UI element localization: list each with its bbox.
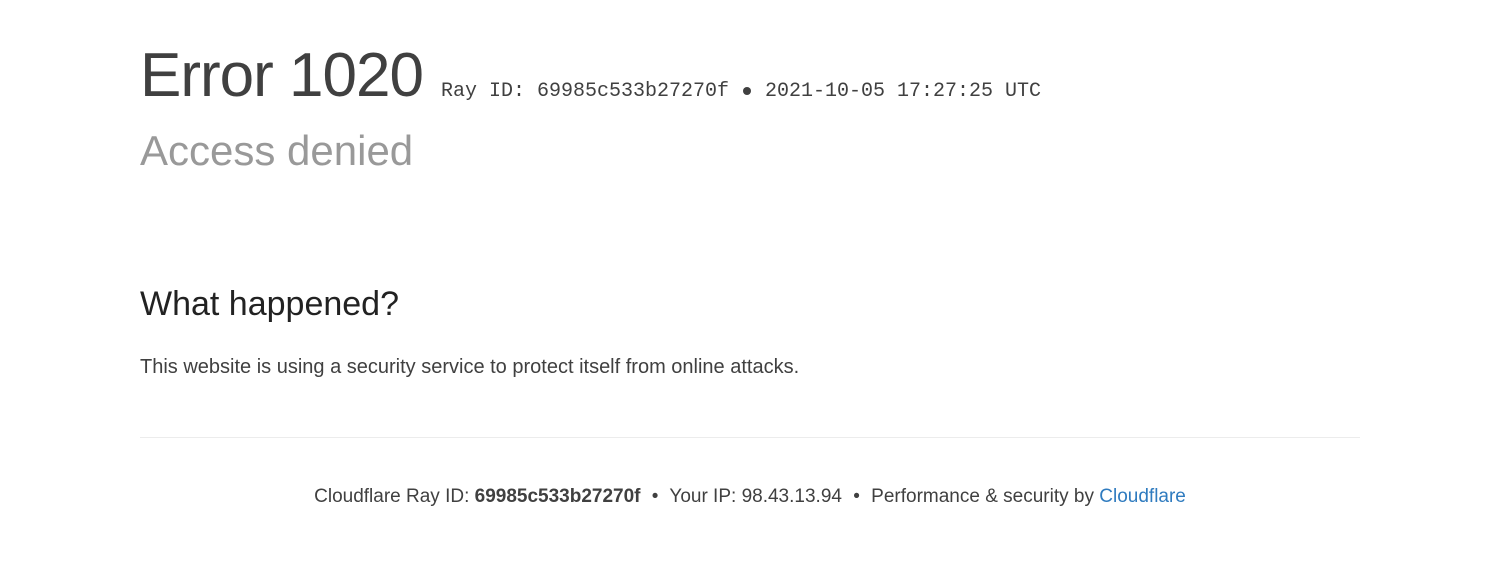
timestamp: 2021-10-05 17:27:25 UTC [765, 80, 1041, 103]
error-page: Error 1020 Ray ID: 69985c533b27270f 2021… [0, 0, 1500, 508]
header-row: Error 1020 Ray ID: 69985c533b27270f 2021… [140, 40, 1360, 111]
footer-perf-label: Performance & security by [871, 486, 1099, 507]
ray-id-label: Ray ID: [441, 80, 525, 103]
section-heading: What happened? [140, 285, 1360, 324]
dot-separator: • [652, 486, 659, 507]
footer-ip-value: 98.43.13.94 [742, 486, 842, 507]
cloudflare-link[interactable]: Cloudflare [1099, 486, 1186, 507]
error-title: Error 1020 [140, 40, 423, 111]
ray-id-value: 69985c533b27270f [537, 80, 729, 103]
dot-separator: • [853, 486, 860, 507]
footer-ip-label: Your IP: [669, 486, 741, 507]
ray-info: Ray ID: 69985c533b27270f 2021-10-05 17:2… [441, 80, 1041, 103]
section-body: This website is using a security service… [140, 352, 860, 382]
error-subtitle: Access denied [140, 127, 1360, 175]
footer-ray-id: 69985c533b27270f [475, 486, 641, 507]
footer: Cloudflare Ray ID: 69985c533b27270f • Yo… [140, 486, 1360, 508]
divider [140, 437, 1360, 438]
bullet-icon [743, 87, 751, 95]
what-happened-section: What happened? This website is using a s… [140, 285, 1360, 382]
footer-ray-label: Cloudflare Ray ID: [314, 486, 475, 507]
